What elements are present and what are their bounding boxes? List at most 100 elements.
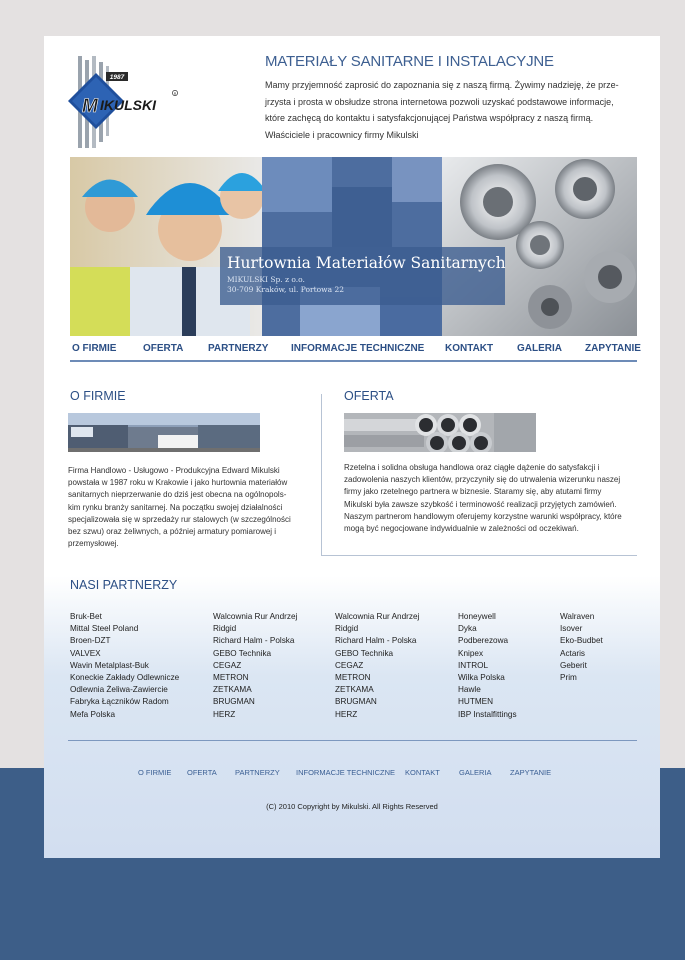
nav-partnerzy[interactable]: PARTNERZY [208, 343, 268, 354]
about-line: powstała w 1987 roku w Krakowie i jako h… [68, 478, 288, 488]
intro-title: MATERIAŁY SANITARNE I INSTALACYJNE [265, 53, 554, 70]
partner-item[interactable]: HERZ [335, 709, 419, 721]
intro-line: Mamy przyjemność zaprosić do zapoznania … [265, 80, 619, 90]
partner-item[interactable]: Honeywell [458, 611, 517, 623]
partners-column-2: Walcownia Rur Andrzej Ridgid Richard Hal… [213, 611, 297, 721]
banner-address: MIKULSKI Sp. z o.o. 30-709 Kraków, ul. P… [227, 275, 344, 295]
offer-image [344, 413, 536, 452]
footer-nav-galeria[interactable]: GALERIA [459, 768, 492, 777]
partner-item[interactable]: INTROL [458, 660, 517, 672]
footer-nav-oferta[interactable]: OFERTA [187, 768, 217, 777]
footer-nav-zapytanie[interactable]: ZAPYTANIE [510, 768, 551, 777]
partner-item[interactable]: HERZ [213, 709, 297, 721]
about-line: przemysłowej. [68, 539, 119, 549]
partner-item[interactable]: Walcownia Rur Andrzej [213, 611, 297, 623]
partner-item[interactable]: ZETKAMA [213, 684, 297, 696]
partner-item[interactable]: GEBO Technika [213, 648, 297, 660]
banner-company: MIKULSKI Sp. z o.o. [227, 275, 305, 284]
partner-item[interactable]: Fabryka Łączników Radom [70, 696, 179, 708]
partner-item[interactable]: Koneckie Zakłady Odlewnicze [70, 672, 179, 684]
offer-title: OFERTA [344, 389, 394, 403]
footer-nav-kontakt[interactable]: KONTAKT [405, 768, 440, 777]
partner-item[interactable]: Broen-DZT [70, 635, 179, 647]
partner-item[interactable]: Bruk-Bet [70, 611, 179, 623]
partner-item[interactable]: CEGAZ [213, 660, 297, 672]
nav-zapytanie[interactable]: ZAPYTANIE [585, 343, 641, 354]
partner-item[interactable]: ZETKAMA [335, 684, 419, 696]
offer-line: Rzetelna i solidna obsługa handlowa oraz… [344, 463, 600, 472]
warehouse-image [68, 413, 260, 452]
partner-item[interactable]: Hawle [458, 684, 517, 696]
intro-line: jrzysta i prosta w obsłudze strona inter… [265, 96, 614, 107]
partner-item[interactable]: Walcownia Rur Andrzej [335, 611, 419, 623]
column-divider [321, 394, 322, 556]
partner-item[interactable]: Odlewnia Żeliwa-Zawiercie [70, 684, 179, 696]
partners-column-3: Walcownia Rur Andrzej Ridgid Richard Hal… [335, 611, 419, 721]
partner-item[interactable]: BRUGMAN [335, 696, 419, 708]
partner-item[interactable]: Ridgid [335, 623, 419, 635]
partner-item[interactable]: Ridgid [213, 623, 297, 635]
partner-item[interactable]: Walraven [560, 611, 603, 623]
svg-text:IKULSKI: IKULSKI [100, 97, 157, 113]
about-text: Firma Handlowo - Usługowo - Produkcyjna … [68, 465, 318, 550]
partner-item[interactable]: Podberezowa [458, 635, 517, 647]
nav-o-firmie[interactable]: O FIRMIE [72, 343, 116, 354]
about-line: sanitarnych nieprzerwanie do dziś jest o… [68, 490, 287, 500]
partner-item[interactable]: Richard Halm - Polska [335, 635, 419, 647]
partner-item[interactable]: Dyka [458, 623, 517, 635]
partner-item[interactable]: Prim [560, 672, 603, 684]
nav-oferta[interactable]: OFERTA [143, 343, 183, 354]
partners-column-5: Walraven Isover Eko-Budbet Actaris Geber… [560, 611, 603, 684]
partner-item[interactable]: Eko-Budbet [560, 635, 603, 647]
footer-nav-o-firmie[interactable]: O FIRMIE [138, 768, 171, 777]
intro-line: które zachęcą do kontaktu i satysfakcjon… [265, 113, 594, 123]
partner-item[interactable]: Isover [560, 623, 603, 635]
about-line: bez szwu) oraz żeliwnych, a później arma… [68, 527, 277, 537]
copyright-text: (C) 2010 Copyright by Mikulski. All Righ… [266, 802, 438, 811]
partner-item[interactable]: CEGAZ [335, 660, 419, 672]
main-nav: O FIRMIE OFERTA PARTNERZY INFORMACJE TEC… [70, 343, 641, 359]
intro-text: Mamy przyjemność zaprosić do zapoznania … [265, 77, 635, 143]
nav-informacje-techniczne[interactable]: INFORMACJE TECHNICZNE [291, 343, 424, 354]
about-line: kim rynku branży sanitarnej. Na początku… [68, 502, 283, 512]
about-title: O FIRMIE [70, 389, 126, 403]
partner-item[interactable]: Mefa Polska [70, 709, 179, 721]
partner-item[interactable]: VALVEX [70, 648, 179, 660]
partner-item[interactable]: Richard Halm - Polska [213, 635, 297, 647]
offer-line: mogą być negocjowane indywidualnie w zal… [344, 524, 579, 534]
offer-line: firmy jako rzetelnego partnera w biznesi… [344, 487, 602, 497]
partner-item[interactable]: GEBO Technika [335, 648, 419, 660]
banner-title: Hurtownia Materiałów Sanitarnych [227, 254, 506, 272]
partner-item[interactable]: BRUGMAN [213, 696, 297, 708]
about-line: specjalizowała się w sprzedaży rur stalo… [68, 514, 291, 524]
mikulski-logo[interactable]: 1987 M IKULSKI R [68, 56, 180, 148]
partner-item[interactable]: Knipex [458, 648, 517, 660]
partner-item[interactable]: Wilka Polska [458, 672, 517, 684]
offer-line: Naszym partnerom handlowym oferujemy kor… [344, 511, 622, 521]
partner-item[interactable]: Actaris [560, 648, 603, 660]
partner-item[interactable]: Geberit [560, 660, 603, 672]
nav-galeria[interactable]: GALERIA [517, 343, 562, 354]
partners-title: NASI PARTNERZY [70, 578, 178, 592]
logo-graphic: 1987 M IKULSKI R [68, 56, 178, 148]
footer-nav-informacje-techniczne[interactable]: INFORMACJE TECHNICZNE [296, 768, 395, 777]
footer-nav-partnerzy[interactable]: PARTNERZY [235, 768, 280, 777]
intro-line: Właściciele i pracownicy firmy Mikulski [265, 129, 419, 140]
footer-divider [68, 740, 637, 741]
svg-text:M: M [82, 96, 99, 117]
partner-item[interactable]: Mittal Steel Poland [70, 623, 179, 635]
pipes-image [344, 413, 536, 452]
partner-item[interactable]: IBP Instalfittings [458, 709, 517, 721]
partner-item[interactable]: Wavin Metalplast-Buk [70, 660, 179, 672]
banner-street: 30-709 Kraków, ul. Portowa 22 [227, 285, 344, 294]
partner-item[interactable]: HUTMEN [458, 696, 517, 708]
nav-kontakt[interactable]: KONTAKT [445, 343, 493, 354]
offer-line: Mikulski była zawsze szybkość i terminow… [344, 499, 617, 509]
column-bottom-rule [321, 555, 637, 556]
partners-column-1: Bruk-Bet Mittal Steel Poland Broen-DZT V… [70, 611, 179, 721]
banner-image [70, 157, 637, 336]
offer-line: zadowolenia naszych klientów, przyczynił… [344, 475, 621, 485]
nav-divider [70, 360, 637, 362]
partner-item[interactable]: METRON [335, 672, 419, 684]
partner-item[interactable]: METRON [213, 672, 297, 684]
